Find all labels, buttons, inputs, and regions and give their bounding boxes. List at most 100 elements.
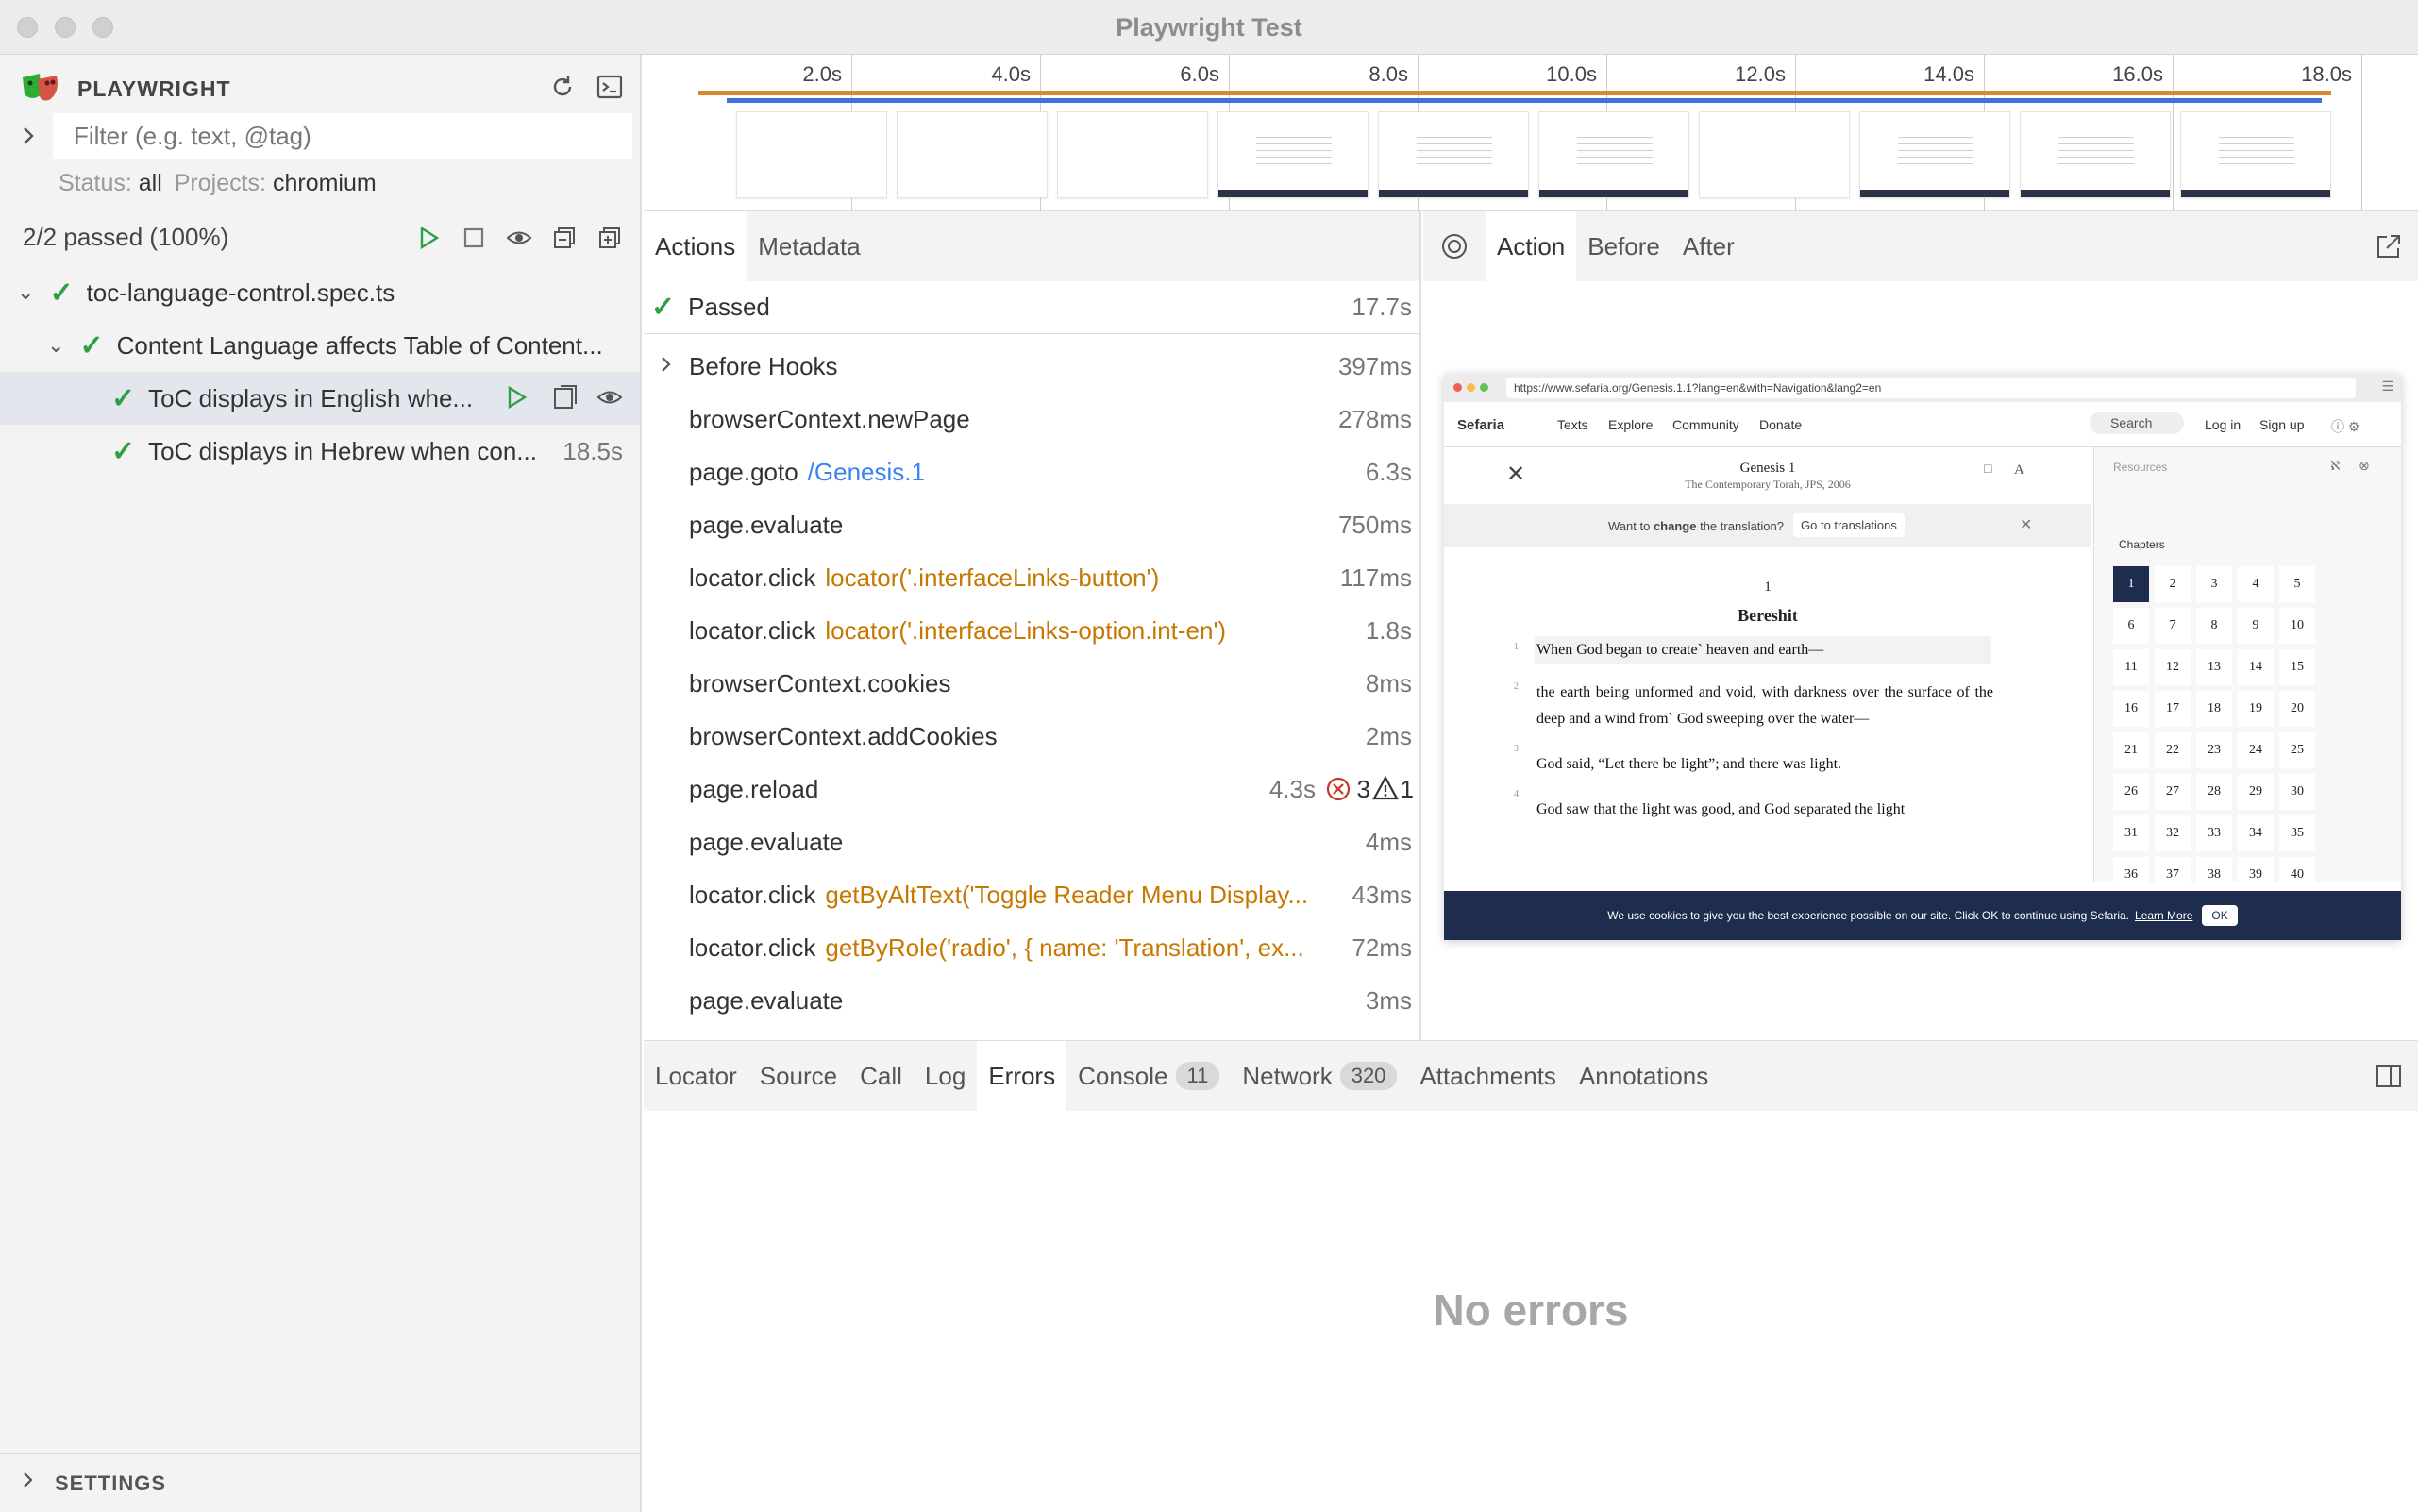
nav-texts[interactable]: Texts	[1557, 417, 1588, 432]
text-options-icon[interactable]: A	[2014, 462, 2024, 479]
filmstrip-thumbnail[interactable]	[1859, 111, 2010, 198]
chapter-link[interactable]: 27	[2155, 774, 2191, 810]
chapter-link[interactable]: 15	[2279, 649, 2315, 685]
action-row[interactable]: locator.click getByRole('radio', { name: …	[644, 921, 1419, 974]
open-source-icon[interactable]	[551, 383, 579, 418]
toggle-layout-icon[interactable]	[2375, 1062, 2403, 1097]
chapter-link[interactable]: 34	[2238, 815, 2274, 851]
hebrew-toggle-icon[interactable]: ℵ	[2330, 459, 2340, 474]
timeline[interactable]: 2.0s 4.0s 6.0s 8.0s 10.0s 12.0s 14.0s 16…	[644, 55, 2418, 211]
chevron-right-icon[interactable]	[655, 353, 678, 382]
sefaria-logo[interactable]: Sefaria	[1457, 417, 1504, 433]
stop-icon[interactable]	[455, 219, 493, 257]
verse-text[interactable]: God said, “Let there be light”; and ther…	[1536, 753, 1993, 776]
filmstrip-thumbnail[interactable]	[897, 111, 1048, 198]
action-row[interactable]: browserContext.addCookies 2ms	[644, 710, 1419, 763]
snapshot-browser[interactable]: https://www.sefaria.org/Genesis.1.1?lang…	[1444, 374, 2401, 940]
chapter-link[interactable]: 33	[2196, 815, 2232, 851]
chapter-link[interactable]: 1	[2113, 566, 2149, 602]
nav-community[interactable]: Community	[1672, 417, 1739, 432]
chapter-link[interactable]: 16	[2113, 691, 2149, 727]
tab-action[interactable]: Action	[1486, 211, 1577, 281]
chapter-link[interactable]: 38	[2196, 857, 2232, 893]
collapse-all-icon[interactable]	[546, 219, 583, 257]
projects-value[interactable]: chromium	[273, 170, 377, 196]
filter-input[interactable]	[53, 113, 632, 159]
tab-console[interactable]: Console 11	[1066, 1041, 1231, 1111]
verse-text[interactable]: the earth being unformed and void, with …	[1536, 680, 1993, 732]
nav-explore[interactable]: Explore	[1608, 417, 1653, 432]
chapter-link[interactable]: 28	[2196, 774, 2232, 810]
chevron-down-icon[interactable]: ⌄	[17, 280, 34, 305]
tab-after[interactable]: After	[1671, 211, 1746, 281]
chapter-link[interactable]: 13	[2196, 649, 2232, 685]
run-test-icon[interactable]	[504, 385, 529, 416]
chapter-link[interactable]: 6	[2113, 608, 2149, 644]
nav-signup[interactable]: Sign up	[2259, 417, 2304, 432]
pick-locator-icon[interactable]	[1440, 232, 1469, 260]
filmstrip-thumbnail[interactable]	[1699, 111, 1850, 198]
filmstrip-thumbnail[interactable]	[2180, 111, 2331, 198]
settings-section[interactable]: SETTINGS	[0, 1453, 640, 1512]
tab-errors[interactable]: Errors	[977, 1041, 1067, 1111]
nav-donate[interactable]: Donate	[1759, 417, 1802, 432]
expand-all-icon[interactable]	[591, 219, 629, 257]
tab-log[interactable]: Log	[914, 1041, 977, 1111]
verse-text[interactable]: When God began to create` heaven and ear…	[1535, 636, 1991, 664]
chapter-link[interactable]: 18	[2196, 691, 2232, 727]
chapter-link[interactable]: 39	[2238, 857, 2274, 893]
action-row[interactable]: locator.click locator('.interfaceLinks-op…	[644, 604, 1419, 657]
chapter-link[interactable]: 10	[2279, 608, 2315, 644]
filmstrip-thumbnail[interactable]	[1538, 111, 1689, 198]
chapter-link[interactable]: 4	[2238, 566, 2274, 602]
chapter-link[interactable]: 19	[2238, 691, 2274, 727]
filmstrip-thumbnail[interactable]	[2020, 111, 2171, 198]
nav-login[interactable]: Log in	[2205, 417, 2241, 432]
chapter-link[interactable]: 17	[2155, 691, 2191, 727]
chapter-link[interactable]: 21	[2113, 732, 2149, 768]
action-row[interactable]: Before Hooks 397ms	[644, 340, 1419, 393]
chapter-link[interactable]: 14	[2238, 649, 2274, 685]
chevron-right-icon[interactable]	[17, 1469, 40, 1498]
menu-icon[interactable]: ☰	[2381, 379, 2393, 395]
chapter-link[interactable]: 35	[2279, 815, 2315, 851]
tree-test-row[interactable]: ✓ ToC displays in Hebrew when con... 18.…	[0, 425, 640, 478]
watch-test-icon[interactable]	[596, 385, 623, 416]
go-to-translations-button[interactable]: Go to translations	[1793, 513, 1905, 537]
bookmark-icon[interactable]: □	[1984, 462, 1991, 478]
watch-all-icon[interactable]	[500, 219, 538, 257]
open-snapshot-icon[interactable]	[2375, 232, 2403, 267]
chapter-link[interactable]: 25	[2279, 732, 2315, 768]
chevron-down-icon[interactable]: ⌄	[47, 333, 64, 358]
nav-search[interactable]: Search	[2090, 412, 2184, 434]
tab-source[interactable]: Source	[748, 1041, 848, 1111]
action-row[interactable]: page.evaluate 4ms	[644, 815, 1419, 868]
chapter-link[interactable]: 3	[2196, 566, 2232, 602]
reload-icon[interactable]	[544, 68, 581, 106]
tree-suite-row[interactable]: ⌄ ✓ Content Language affects Table of Co…	[0, 319, 640, 372]
chapter-link[interactable]: 29	[2238, 774, 2274, 810]
terminal-icon[interactable]	[591, 68, 629, 106]
chapter-link[interactable]: 8	[2196, 608, 2232, 644]
chapter-link[interactable]: 20	[2279, 691, 2315, 727]
tab-attachments[interactable]: Attachments	[1408, 1041, 1568, 1111]
action-row[interactable]: page.goto/Genesis.1 6.3s	[644, 445, 1419, 498]
filmstrip-thumbnail[interactable]	[1057, 111, 1208, 198]
tab-before[interactable]: Before	[1576, 211, 1671, 281]
tab-call[interactable]: Call	[848, 1041, 914, 1111]
chapter-link[interactable]: 37	[2155, 857, 2191, 893]
chapter-link[interactable]: 30	[2279, 774, 2315, 810]
filmstrip-thumbnail[interactable]	[1217, 111, 1369, 198]
chapter-link[interactable]: 11	[2113, 649, 2149, 685]
resources-label[interactable]: Resources	[2113, 461, 2167, 474]
chapter-link[interactable]: 9	[2238, 608, 2274, 644]
close-pane-icon[interactable]: ⊗	[2359, 459, 2370, 474]
chapter-link[interactable]: 22	[2155, 732, 2191, 768]
tab-metadata[interactable]: Metadata	[747, 211, 871, 281]
tab-actions[interactable]: Actions	[644, 211, 747, 281]
learn-more-link[interactable]: Learn More	[2135, 909, 2192, 922]
verse-text[interactable]: God saw that the light was good, and God…	[1536, 798, 1993, 821]
run-all-icon[interactable]	[410, 219, 447, 257]
browser-url[interactable]: https://www.sefaria.org/Genesis.1.1?lang…	[1506, 378, 2356, 398]
chapter-link[interactable]: 32	[2155, 815, 2191, 851]
